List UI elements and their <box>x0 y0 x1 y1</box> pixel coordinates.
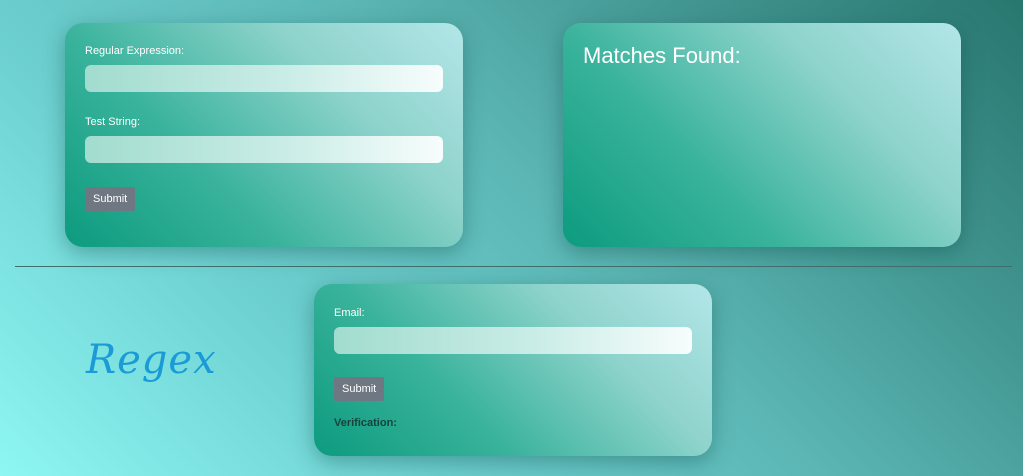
email-input[interactable] <box>334 327 692 354</box>
email-submit-button[interactable]: Submit <box>334 377 385 401</box>
regex-submit-button[interactable]: Submit <box>85 187 136 211</box>
email-form-card: Email: Submit Verification: <box>314 284 712 456</box>
regex-input[interactable] <box>85 65 443 92</box>
section-divider <box>15 266 1012 267</box>
matches-title: Matches Found: <box>583 43 741 68</box>
matches-card: Matches Found: <box>563 23 961 247</box>
test-string-input[interactable] <box>85 136 443 163</box>
regex-label: Regular Expression: <box>85 45 185 57</box>
test-string-label: Test String: <box>85 116 141 128</box>
verification-label: Verification: <box>334 417 397 429</box>
regex-form-card: Regular Expression: Test String: Submit <box>65 23 463 247</box>
brand-logo: Regex <box>86 337 217 383</box>
email-label: Email: <box>334 307 365 319</box>
